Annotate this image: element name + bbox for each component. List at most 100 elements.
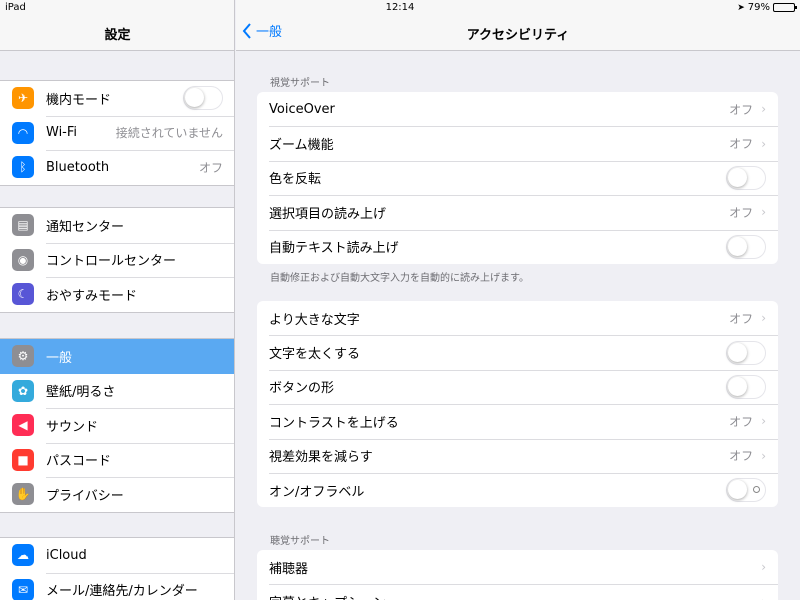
row-label: 字幕とキャプション: [269, 592, 761, 600]
chevron-right-icon: ›: [761, 560, 766, 575]
chevron-right-icon: ›: [761, 414, 766, 429]
sidebar-item[interactable]: ✋ プライバシー: [0, 477, 234, 512]
sidebar-item[interactable]: ⚙ 一般: [0, 339, 234, 374]
sidebar-item[interactable]: ◠ Wi-Fi 接続されていません: [0, 115, 234, 151]
disclosure-row[interactable]: ズーム機能 オフ ›: [257, 126, 778, 160]
toggle-switch[interactable]: [726, 374, 766, 399]
row-label: 補聴器: [269, 561, 309, 577]
row-value: オフ: [729, 205, 754, 220]
toggle-row[interactable]: 自動テキスト読み上げ: [257, 229, 778, 264]
sidebar-item-label: 通知センター: [46, 219, 125, 235]
hearing-section-header: 聴覚サポート: [270, 536, 330, 547]
notification-center-icon: ▤: [12, 214, 34, 237]
disclosure-row[interactable]: より大きな文字 オフ ›: [257, 301, 778, 335]
row-label: コントラストを上げる: [269, 415, 399, 431]
row-label: VoiceOver: [269, 101, 335, 117]
sidebar-group: ⚙ 一般 ✿ 壁紙/明るさ ◀ サウンド ■ パスコード ✋ プライバシー: [0, 338, 234, 513]
page-title: アクセシビリティ: [466, 28, 570, 43]
toggle-knob: [185, 88, 204, 108]
toggle-knob: [728, 167, 747, 187]
toggle-knob: [728, 236, 747, 256]
toggle-switch[interactable]: [726, 165, 766, 190]
sidebar-item-label: サウンド: [46, 419, 99, 435]
toggle-switch[interactable]: [726, 340, 766, 365]
status-time: 12:14: [385, 2, 415, 13]
disclosure-row[interactable]: コントラストを上げる オフ ›: [257, 404, 778, 438]
vision-section-header: 視覚サポート: [270, 78, 330, 89]
toggle-knob: [728, 342, 747, 362]
sidebar-item-label: iCloud: [46, 547, 87, 563]
sidebar-item[interactable]: ᛒ Bluetooth オフ: [0, 150, 234, 185]
bluetooth-icon: ᛒ: [12, 156, 34, 179]
sidebar-item[interactable]: ✈ 機内モード: [0, 81, 234, 116]
row-label: より大きな文字: [269, 312, 360, 328]
sidebar-item-label: メール/連絡先/カレンダー: [46, 584, 198, 600]
moon-icon: ☾: [12, 283, 34, 306]
row-label: 色を反転: [269, 172, 322, 188]
chevron-right-icon: ›: [761, 595, 766, 600]
row-label: 視差効果を減らす: [269, 450, 373, 466]
chevron-right-icon: ›: [761, 205, 766, 220]
hearing-settings-group: 補聴器›字幕とキャプション›: [257, 550, 778, 600]
row-label: 文字を太くする: [269, 347, 361, 363]
sidebar-item-label: 壁紙/明るさ: [46, 385, 116, 401]
speaker-icon: ◀: [12, 414, 34, 437]
row-value: オフ: [729, 414, 754, 429]
sidebar-item-label: おやすみモード: [46, 288, 138, 304]
chevron-right-icon: ›: [761, 136, 766, 151]
sidebar-item[interactable]: ☁ iCloud: [0, 538, 234, 573]
sidebar-item[interactable]: ◉ コントロールセンター: [0, 242, 234, 278]
sidebar-item-value: オフ: [198, 160, 223, 175]
battery-icon: [773, 3, 797, 12]
hand-icon: ✋: [12, 483, 34, 506]
sidebar-item[interactable]: ■ パスコード: [0, 442, 234, 478]
control-center-icon: ◉: [12, 248, 34, 271]
sidebar-item[interactable]: ◀ サウンド: [0, 408, 234, 443]
accessibility-pane: 一般 アクセシビリティ 視覚サポート VoiceOver オフ › ズーム機能 オフ › 色…: [236, 0, 800, 600]
mail-icon: ✉: [12, 578, 34, 600]
wifi-icon: ◠: [12, 121, 34, 144]
disclosure-row[interactable]: 視差効果を減らす オフ ›: [257, 438, 778, 473]
sidebar-group: ▤ 通知センター ◉ コントロールセンター ☾ おやすみモード: [0, 207, 234, 313]
chevron-right-icon: ›: [761, 448, 766, 463]
vision-section-footer: 自動修正および自動大文字入力を自動的に読み上げます。: [270, 273, 529, 284]
disclosure-row[interactable]: 選択項目の読み上げ オフ ›: [257, 195, 778, 229]
row-label: 選択項目の読み上げ: [269, 206, 387, 222]
disclosure-row[interactable]: 補聴器 ›: [257, 550, 778, 584]
wallpaper-icon: ✿: [12, 379, 34, 402]
cloud-icon: ☁: [12, 544, 34, 567]
airplane-mode-toggle[interactable]: [183, 86, 223, 111]
toggle-row[interactable]: オン/オフラベル: [257, 472, 778, 507]
sidebar-item-value: 接続されていません: [115, 126, 223, 141]
location-icon: ➤: [737, 2, 745, 13]
toggle-row[interactable]: ボタンの形: [257, 369, 778, 404]
toggle-switch[interactable]: [726, 478, 766, 503]
sidebar-item-label: コントロールセンター: [46, 254, 177, 270]
sidebar-item-label: 一般: [46, 350, 73, 366]
vision-settings-group: VoiceOver オフ › ズーム機能 オフ › 色を反転 選択項目の読み上げ オフ › 自動テキ…: [257, 92, 778, 264]
off-label-icon: [753, 486, 760, 494]
toggle-knob: [728, 480, 747, 500]
chevron-right-icon: ›: [761, 102, 766, 117]
toggle-knob: [728, 376, 747, 396]
airplane-icon: ✈: [12, 87, 34, 110]
disclosure-row[interactable]: 字幕とキャプション›: [257, 584, 778, 600]
sidebar-item[interactable]: ☾ おやすみモード: [0, 277, 234, 312]
sidebar-title: 設定: [104, 28, 131, 43]
status-bar: iPad 12:14 ➤ 79%: [0, 0, 800, 16]
row-label: オン/オフラベル: [269, 484, 365, 500]
lock-icon: ■: [12, 448, 34, 471]
toggle-switch[interactable]: [726, 234, 766, 259]
toggle-row[interactable]: 色を反転: [257, 160, 778, 195]
sidebar-item[interactable]: ▤ 通知センター: [0, 208, 234, 243]
settings-sidebar: 設定 ✈ 機内モード ◠ Wi-Fi 接続されていません ᛒ Bluetooth オフ ▤ 通知セ…: [0, 0, 235, 600]
disclosure-row[interactable]: VoiceOver オフ ›: [257, 92, 778, 126]
row-value: オフ: [729, 137, 754, 152]
sidebar-item[interactable]: ✿ 壁紙/明るさ: [0, 374, 234, 409]
display-settings-group: より大きな文字 オフ › 文字を太くする ボタンの形 コントラストを上げる オフ › 視差効果を…: [257, 301, 778, 508]
sidebar-item-label: プライバシー: [46, 488, 124, 504]
toggle-row[interactable]: 文字を太くする: [257, 335, 778, 369]
gear-icon: ⚙: [12, 345, 34, 368]
sidebar-item-label: パスコード: [46, 454, 112, 470]
sidebar-item[interactable]: ✉ メール/連絡先/カレンダー: [0, 572, 234, 600]
